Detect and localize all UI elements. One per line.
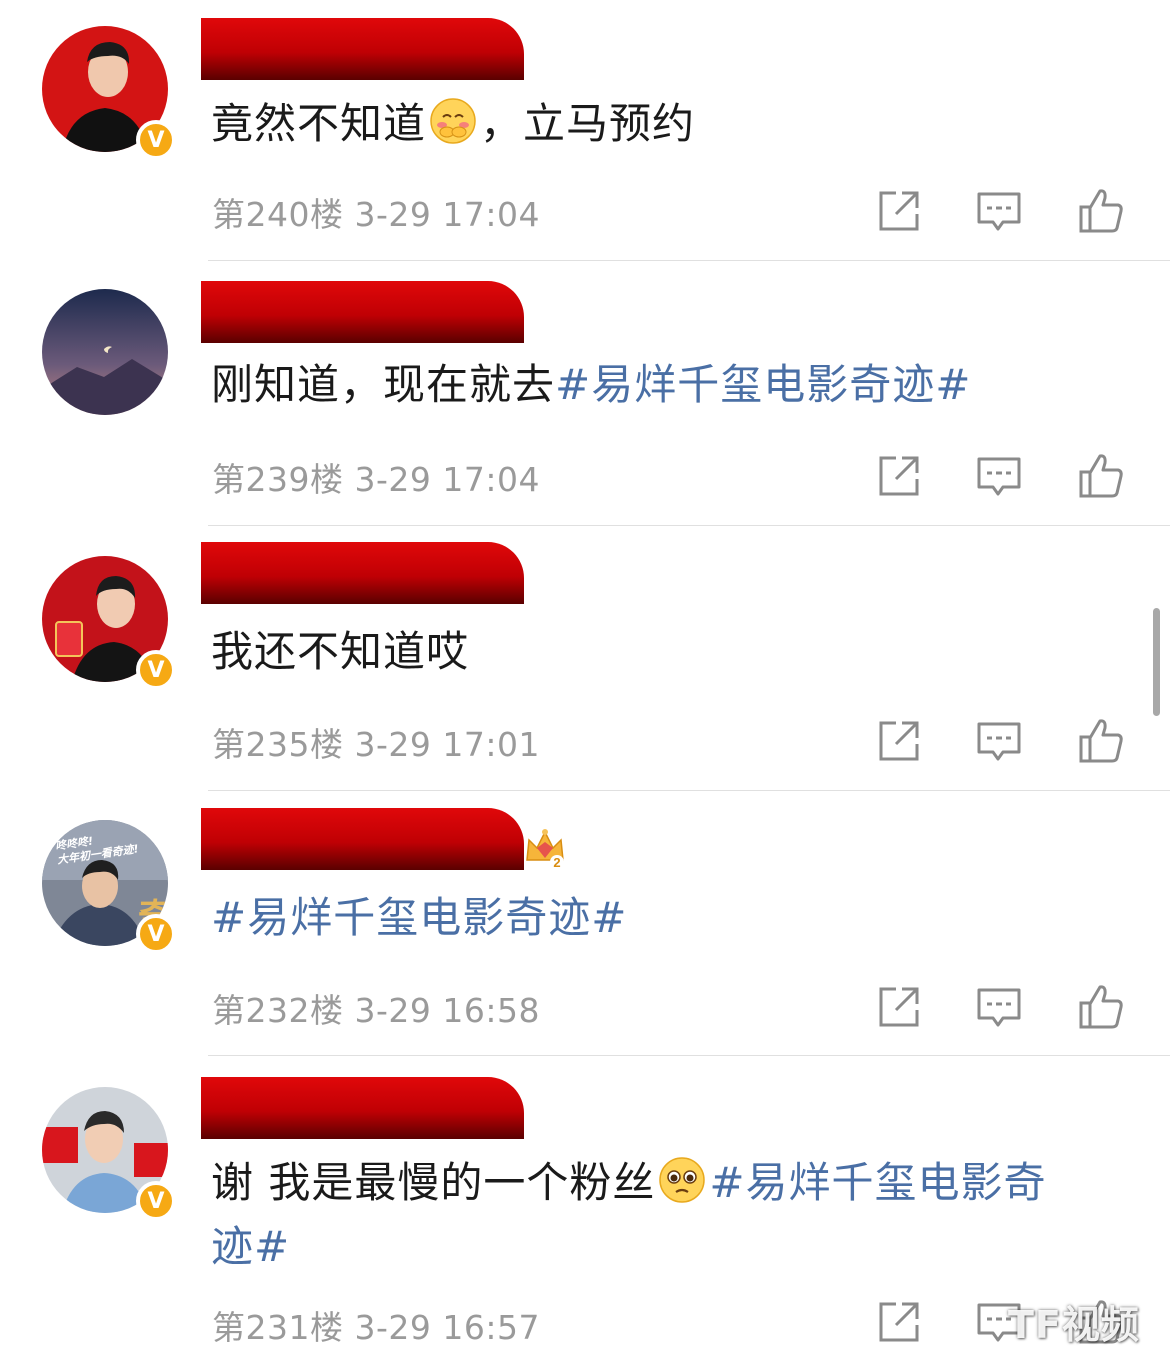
username-redacted[interactable] [201,808,524,870]
avatar[interactable]: V [42,556,176,690]
username-redacted[interactable] [201,1077,524,1139]
hashtag-link[interactable]: #易烊千玺电影奇迹# [211,893,627,942]
comment-item: V 谢 我是最慢的一个粉丝 #易烊千玺电影奇 迹# 第231楼 3-29 16:57 [0,1077,1170,1367]
avatar-photo [42,289,168,415]
comment-icon[interactable] [974,186,1024,236]
floor-number: 第235楼 [212,725,344,764]
comment-time: 3-29 16:57 [354,1308,540,1347]
scrollbar[interactable] [1153,608,1160,716]
crown-icon: 2 [523,826,567,870]
comment-meta: 第231楼 3-29 16:57 [212,1301,540,1349]
divider [208,790,1170,791]
comment-item: 奇 咚咚咚! 大年初一看奇迹! V 2 #易烊千玺电影奇迹# 第232楼 3-2… [0,808,1170,1055]
comment-item: V 竟然不知道 ，立马预约 第240楼 3-29 17:04 [0,18,1170,261]
comment-item: 刚知道，现在就去#易烊千玺电影奇迹# 第239楼 3-29 17:04 [0,281,1170,525]
comment-meta: 第239楼 3-29 17:04 [212,453,540,501]
comment-time: 3-29 17:04 [354,195,540,234]
comment-text: 刚知道，现在就去#易烊千玺电影奇迹# [211,360,972,409]
shy-emoji-icon [428,96,478,146]
crown-level: 2 [553,855,560,870]
floor-number: 第232楼 [212,991,344,1030]
pleading-emoji-icon [657,1155,707,1205]
comment-actions [874,186,1134,236]
verified-badge: V [136,120,176,160]
hashtag-link[interactable]: 迹# [211,1222,290,1271]
like-icon[interactable] [1076,186,1126,236]
like-icon[interactable] [1076,716,1126,766]
comment-item: V 我还不知道哎 第235楼 3-29 17:01 [0,542,1170,790]
watermark: TF视频 [1008,1303,1140,1347]
comment-icon[interactable] [974,982,1024,1032]
divider [208,1055,1170,1056]
comment-meta: 第232楼 3-29 16:58 [212,984,540,1032]
comment-text: 谢 我是最慢的一个粉丝 #易烊千玺电影奇 迹# [211,1151,1111,1279]
hashtag-link[interactable]: #易烊千玺电影奇 [709,1158,1046,1207]
like-icon[interactable] [1076,982,1126,1032]
comment-time: 3-29 16:58 [354,991,540,1030]
comment-actions [874,451,1134,501]
hashtag-link[interactable]: #易烊千玺电影奇迹# [555,360,971,409]
avatar[interactable]: V [42,1087,176,1221]
floor-number: 第239楼 [212,460,344,499]
avatar[interactable]: 奇 咚咚咚! 大年初一看奇迹! V [42,820,176,954]
username-redacted[interactable] [201,18,524,80]
share-icon[interactable] [874,186,924,236]
comment-meta: 第240楼 3-29 17:04 [212,188,540,236]
share-icon[interactable] [874,1297,924,1347]
share-icon[interactable] [874,716,924,766]
comment-icon[interactable] [974,451,1024,501]
divider [208,525,1170,526]
share-icon[interactable] [874,982,924,1032]
username-redacted[interactable] [201,281,524,343]
comment-time: 3-29 17:01 [354,725,540,764]
comment-actions [874,982,1134,1032]
avatar[interactable] [42,289,168,415]
divider [208,260,1170,261]
comment-text: 竟然不知道 ，立马预约 [211,92,1111,156]
comment-actions [874,716,1134,766]
share-icon[interactable] [874,451,924,501]
floor-number: 第231楼 [212,1308,344,1347]
comment-meta: 第235楼 3-29 17:01 [212,718,540,766]
username-redacted[interactable] [201,542,524,604]
verified-badge: V [136,914,176,954]
like-icon[interactable] [1076,451,1126,501]
avatar[interactable]: V [42,26,176,160]
comment-text: 我还不知道哎 [211,627,470,676]
floor-number: 第240楼 [212,195,344,234]
verified-badge: V [136,650,176,690]
verified-badge: V [136,1181,176,1221]
comment-time: 3-29 17:04 [354,460,540,499]
comment-icon[interactable] [974,716,1024,766]
comment-text: #易烊千玺电影奇迹# [211,886,1111,950]
